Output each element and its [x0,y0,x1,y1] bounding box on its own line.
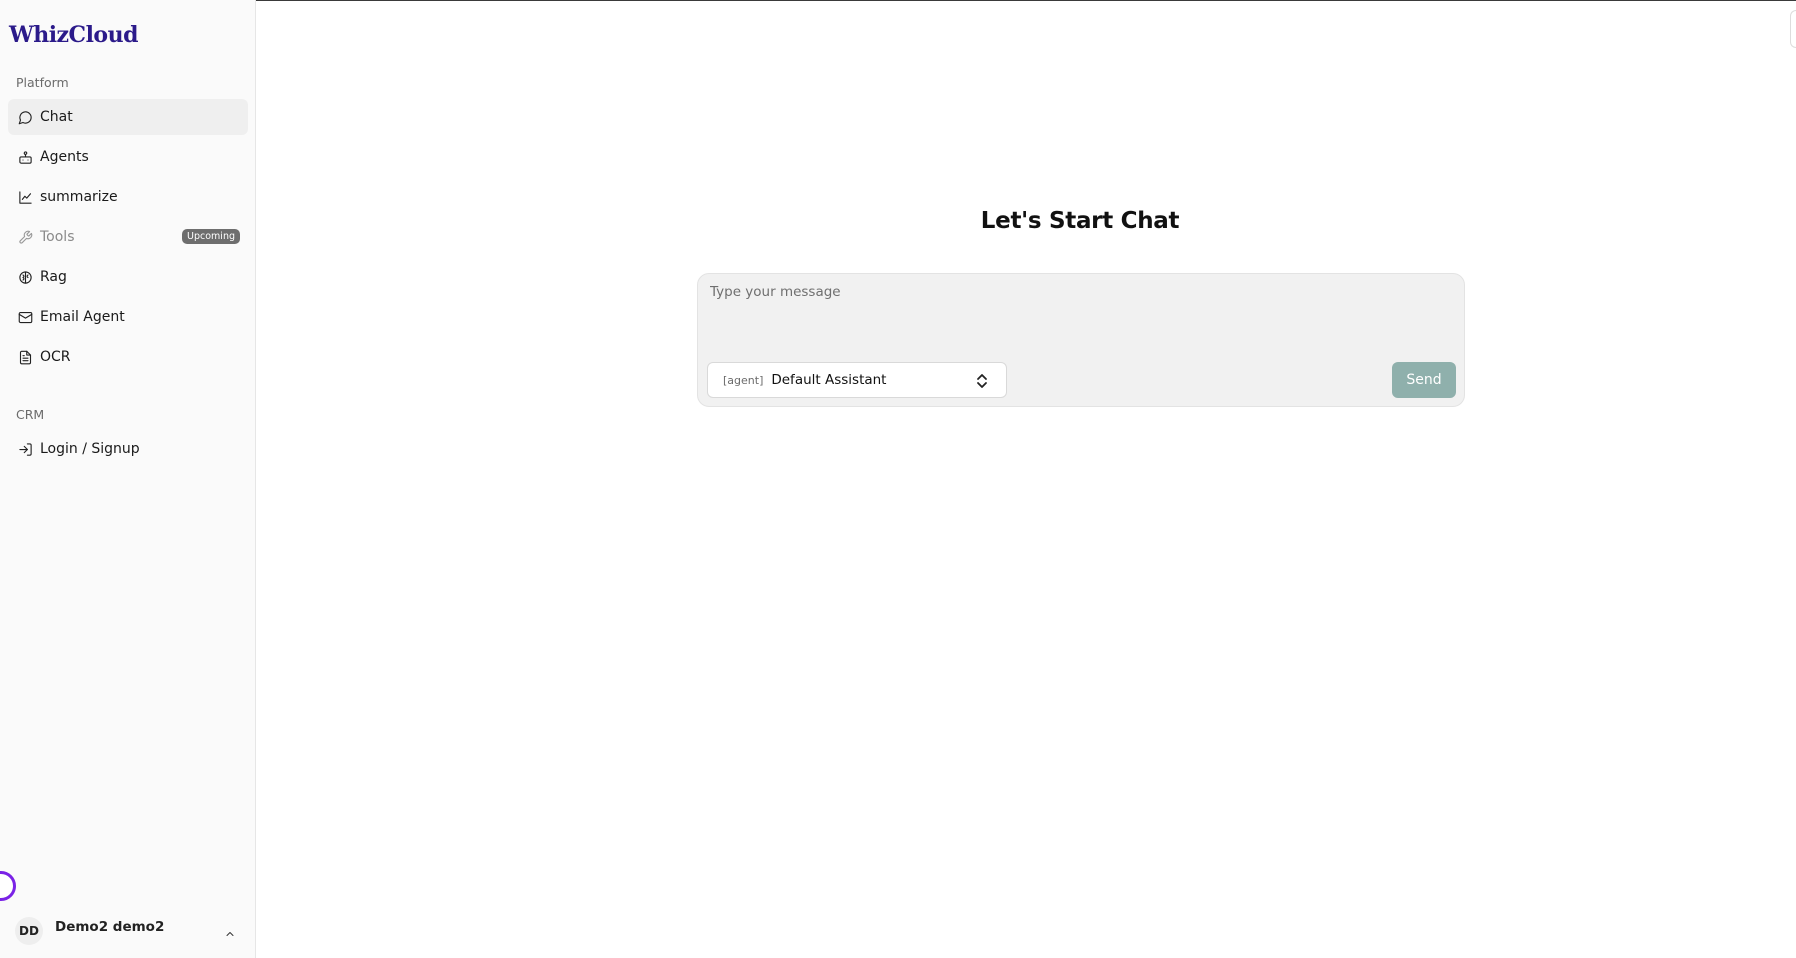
wrench-icon [17,229,33,245]
agent-tag: [agent] [723,373,764,387]
send-button[interactable]: Send [1392,362,1456,398]
agent-select[interactable]: [agent] Default Assistant [707,362,1007,398]
sidebar-item-label: OCR [40,349,71,365]
sidebar-item-agents[interactable]: Agents [8,139,248,175]
mail-icon [17,309,33,325]
chat-composer: [agent] Default Assistant Send [697,273,1465,407]
sidebar-item-tools[interactable]: Tools Upcoming [8,219,248,255]
sidebar-item-ocr[interactable]: OCR [8,339,248,375]
chevron-up-icon [224,925,236,937]
edge-tab[interactable] [1790,10,1796,48]
sidebar-item-label: Agents [40,149,89,165]
user-menu[interactable]: DD Demo2 demo2 [8,912,248,950]
sidebar-item-login-signup[interactable]: Login / Signup [8,431,248,467]
message-input[interactable] [710,284,1450,344]
sidebar-item-label: Login / Signup [40,441,140,457]
robot-icon [17,149,33,165]
sidebar-item-email-agent[interactable]: Email Agent [8,299,248,335]
sidebar-item-label: Tools [40,229,75,245]
crm-group-label: CRM [16,407,45,422]
chat-bubble-icon [17,109,33,125]
login-icon [17,441,33,457]
sidebar-item-chat[interactable]: Chat [8,99,248,135]
brain-icon [17,269,33,285]
sidebar-item-label: Chat [40,109,73,125]
sidebar-item-label: Rag [40,269,67,285]
user-name: Demo2 demo2 [55,919,165,935]
chevrons-up-down-icon [976,373,988,389]
platform-group-label: Platform [16,75,69,90]
sidebar-item-rag[interactable]: Rag [8,259,248,295]
sidebar-item-label: Email Agent [40,309,125,325]
line-chart-icon [17,189,33,205]
agent-selected-value: Default Assistant [771,372,887,388]
sidebar: WhizCloud Platform Chat Agents summarize… [0,0,256,958]
avatar: DD [15,917,43,945]
page-title: Let's Start Chat [980,208,1180,234]
upcoming-badge: Upcoming [182,229,240,244]
document-icon [17,349,33,365]
top-border [0,0,1796,1]
app-logo[interactable]: WhizCloud [9,22,138,48]
sidebar-item-label: summarize [40,189,118,205]
sidebar-item-summarize[interactable]: summarize [8,179,248,215]
